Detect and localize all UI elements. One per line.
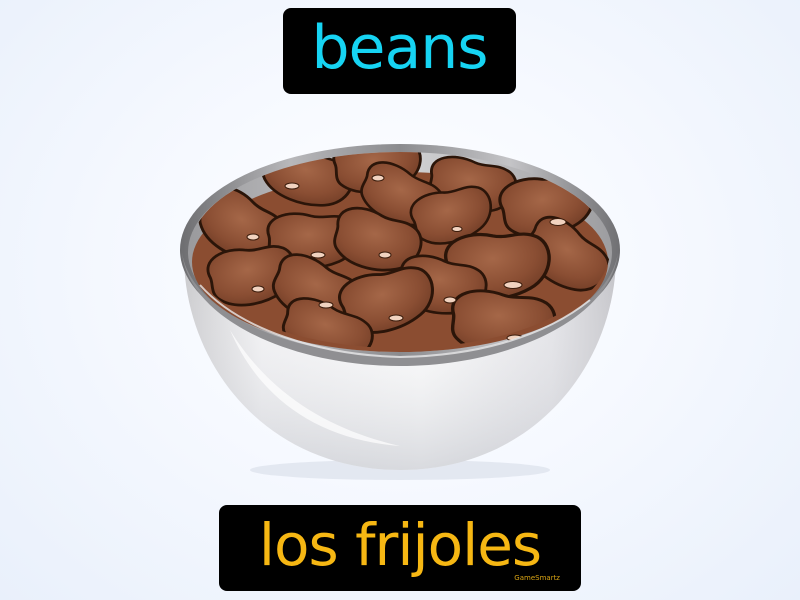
- english-word-label: beans: [283, 8, 516, 94]
- brand-watermark: GameSmartz: [514, 574, 560, 582]
- spanish-word-label: los frijoles GameSmartz: [219, 505, 581, 591]
- english-word: beans: [311, 13, 488, 83]
- spanish-word: los frijoles: [258, 511, 542, 579]
